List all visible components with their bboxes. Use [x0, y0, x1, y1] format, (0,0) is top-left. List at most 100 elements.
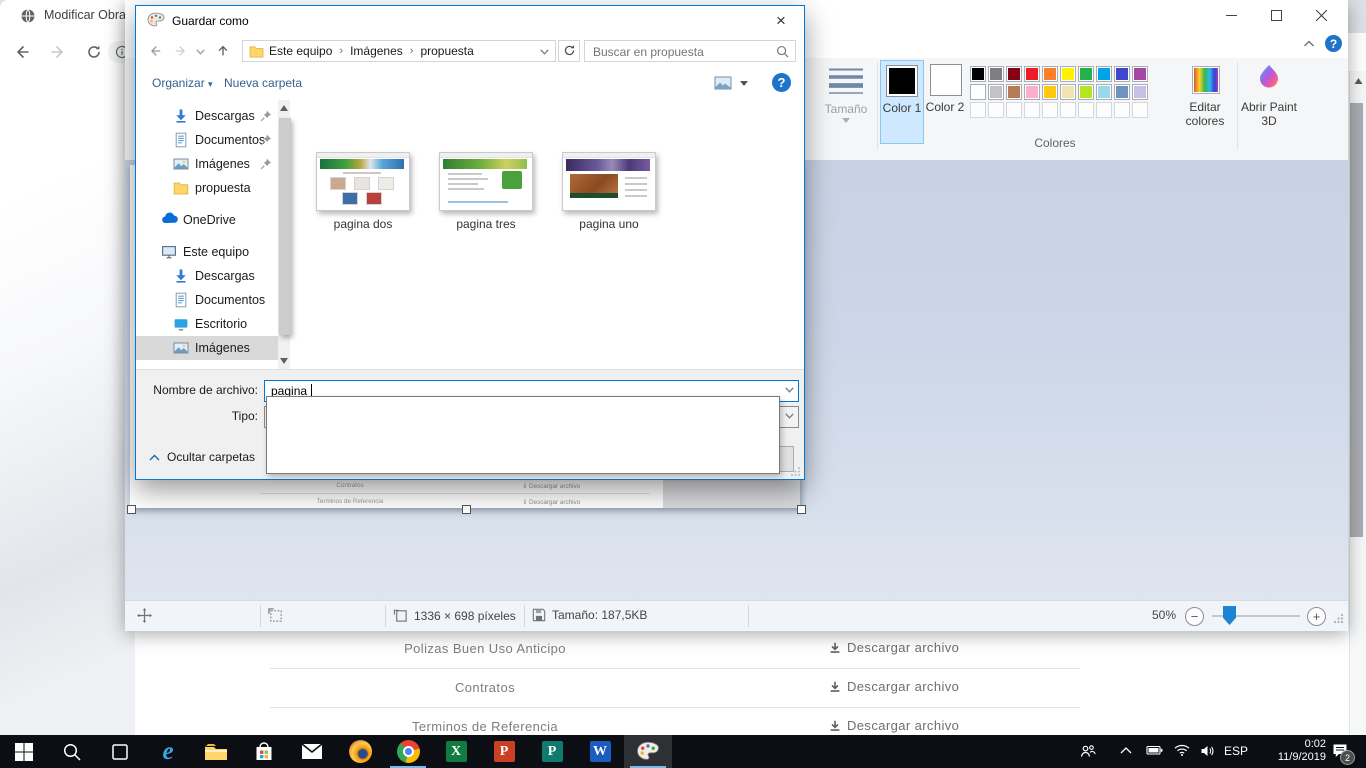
resize-handle-bottom-right[interactable] [797, 505, 806, 514]
download-link[interactable]: Descargar archivo [828, 640, 959, 655]
palette-swatch[interactable] [988, 66, 1004, 82]
help-icon[interactable]: ? [1325, 35, 1342, 52]
zoom-slider-handle[interactable] [1223, 606, 1236, 625]
search-input[interactable] [591, 43, 770, 61]
palette-swatch[interactable] [1132, 84, 1148, 100]
palette-empty-slot[interactable] [970, 102, 986, 118]
people-icon[interactable] [1080, 744, 1096, 760]
palette-swatch[interactable] [1042, 66, 1058, 82]
minimize-button[interactable] [1209, 0, 1254, 30]
close-button[interactable] [1299, 0, 1344, 30]
back-icon[interactable] [14, 44, 30, 60]
breadcrumb-item[interactable]: propuesta [420, 44, 473, 58]
sidebar-item-onedrive[interactable]: OneDrive [136, 208, 278, 232]
file-thumbnail[interactable] [316, 152, 410, 211]
chevron-down-icon[interactable] [785, 413, 794, 419]
download-link[interactable]: Descargar archivo [828, 718, 959, 733]
download-link[interactable]: Descargar archivo [828, 679, 959, 694]
palette-swatch[interactable] [1096, 84, 1112, 100]
help-icon[interactable]: ? [772, 73, 791, 92]
volume-icon[interactable] [1200, 744, 1216, 760]
scroll-down-icon[interactable] [280, 357, 288, 365]
battery-icon[interactable] [1146, 744, 1162, 760]
palette-swatch[interactable] [1132, 66, 1148, 82]
palette-swatch[interactable] [1006, 66, 1022, 82]
sidebar-item-propuesta[interactable]: propuesta [136, 176, 278, 200]
scrollbar-thumb[interactable] [1350, 103, 1363, 537]
sidebar-item-descargas[interactable]: Descargas [136, 104, 278, 128]
zoom-in-button[interactable]: + [1307, 607, 1326, 626]
taskbar-store-icon[interactable] [240, 735, 288, 768]
palette-swatch[interactable] [1060, 66, 1076, 82]
new-folder-button[interactable]: Nueva carpeta [224, 76, 302, 90]
taskbar-start-icon[interactable] [0, 735, 48, 768]
open-paint3d-button[interactable]: Abrir Paint 3D [1240, 60, 1298, 150]
palette-empty-slot[interactable] [988, 102, 1004, 118]
sidebar-item-documentos[interactable]: Documentos [136, 288, 278, 312]
navigation-scrollbar[interactable] [278, 100, 290, 369]
file-thumbnail[interactable] [439, 152, 533, 211]
organize-button[interactable]: Organizar ▾ [152, 76, 213, 90]
collapse-ribbon-icon[interactable] [1303, 39, 1315, 49]
maximize-button[interactable] [1254, 0, 1299, 30]
taskbar-excel-icon[interactable]: X [432, 735, 480, 768]
breadcrumb-item[interactable]: Imágenes [350, 44, 403, 58]
resize-handle-bottom-left[interactable] [127, 505, 136, 514]
scroll-up-icon[interactable] [1354, 77, 1363, 85]
language-indicator[interactable]: ESP [1224, 744, 1248, 758]
taskbar-powerpoint-icon[interactable]: P [480, 735, 528, 768]
palette-swatch[interactable] [970, 66, 986, 82]
chevron-down-icon[interactable] [540, 49, 549, 55]
dialog-resize-grip[interactable] [790, 466, 801, 477]
file-item-uno[interactable]: pagina uno [554, 152, 664, 231]
refresh-button[interactable] [558, 40, 580, 62]
palette-empty-slot[interactable] [1024, 102, 1040, 118]
clock[interactable]: 0:02 11/9/2019 [1258, 738, 1326, 764]
sidebar-item-descargas[interactable]: Descargas [136, 264, 278, 288]
views-dropdown-icon[interactable] [740, 81, 748, 86]
taskbar-publisher-icon[interactable]: P [528, 735, 576, 768]
file-thumbnail[interactable] [562, 152, 656, 211]
show-hidden-icons-chevron[interactable] [1120, 747, 1136, 763]
palette-swatch[interactable] [970, 84, 986, 100]
refresh-icon[interactable] [86, 44, 102, 60]
taskbar-file-explorer-icon[interactable] [192, 735, 240, 768]
file-item-dos[interactable]: pagina dos [308, 152, 418, 231]
breadcrumb[interactable]: Este equipo›Imágenes›propuesta [242, 40, 556, 62]
palette-swatch[interactable] [1060, 84, 1076, 100]
resize-handle-bottom-center[interactable] [462, 505, 471, 514]
breadcrumb-item[interactable]: Este equipo [269, 44, 332, 58]
scroll-up-icon[interactable] [280, 104, 288, 112]
palette-swatch[interactable] [1024, 84, 1040, 100]
taskbar-task-view-icon[interactable] [96, 735, 144, 768]
file-item-tres[interactable]: pagina tres [431, 152, 541, 231]
palette-swatch[interactable] [1078, 66, 1094, 82]
sidebar-item-documentos[interactable]: Documentos [136, 128, 278, 152]
palette-swatch[interactable] [988, 84, 1004, 100]
views-icon[interactable] [714, 76, 732, 90]
palette-empty-slot[interactable] [1042, 102, 1058, 118]
palette-swatch[interactable] [1114, 84, 1130, 100]
taskbar-edge-icon[interactable]: e [144, 735, 192, 768]
taskbar-firefox-icon[interactable] [336, 735, 384, 768]
palette-swatch[interactable] [1024, 66, 1040, 82]
taskbar-search-icon[interactable] [48, 735, 96, 768]
palette-empty-slot[interactable] [1060, 102, 1076, 118]
chevron-down-icon[interactable] [785, 387, 794, 393]
filename-autocomplete-popup[interactable] [266, 396, 780, 474]
resize-grip-icon[interactable] [1333, 613, 1344, 624]
forward-icon[interactable] [174, 44, 188, 58]
sidebar-item-escritorio[interactable]: Escritorio [136, 312, 278, 336]
palette-swatch[interactable] [1114, 66, 1130, 82]
palette-empty-slot[interactable] [1114, 102, 1130, 118]
wifi-icon[interactable] [1174, 744, 1190, 760]
palette-empty-slot[interactable] [1132, 102, 1148, 118]
zoom-out-button[interactable]: − [1185, 607, 1204, 626]
taskbar-word-icon[interactable]: W [576, 735, 624, 768]
color2-button[interactable]: Color 2 [925, 60, 965, 142]
palette-empty-slot[interactable] [1096, 102, 1112, 118]
taskbar-mail-icon[interactable] [288, 735, 336, 768]
breadcrumb-path[interactable]: Este equipo›Imágenes›propuesta [269, 44, 474, 58]
sidebar-item-imágenes[interactable]: Imágenes [136, 152, 278, 176]
palette-swatch[interactable] [1096, 66, 1112, 82]
